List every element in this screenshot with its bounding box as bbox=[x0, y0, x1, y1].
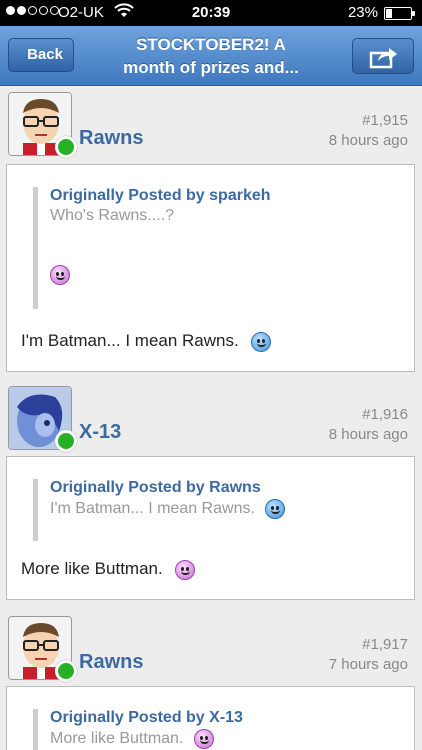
quote-block: Originally Posted by Rawns I'm Batman...… bbox=[33, 479, 286, 541]
post-header: Rawns #1,915 8 hours ago bbox=[0, 88, 422, 160]
battery-icon bbox=[384, 7, 415, 20]
tongue-smiley-icon bbox=[175, 559, 196, 580]
post-text: More like Buttman. bbox=[21, 559, 163, 578]
post-text: I'm Batman... I mean Rawns. bbox=[21, 331, 239, 350]
post-time: 8 hours ago bbox=[328, 132, 408, 149]
online-status-icon bbox=[55, 660, 77, 682]
username[interactable]: Rawns bbox=[79, 651, 143, 674]
post-text-row: More like Buttman. bbox=[21, 559, 196, 580]
tongue-smiley-icon bbox=[193, 729, 214, 749]
battery-percentage: 23% bbox=[347, 4, 378, 21]
post-number[interactable]: #1,915 bbox=[362, 112, 408, 129]
username[interactable]: X-13 bbox=[79, 421, 121, 444]
post-header: Rawns #1,917 7 hours ago bbox=[0, 612, 422, 684]
post-time: 8 hours ago bbox=[328, 426, 408, 443]
tongue-smiley-icon bbox=[50, 265, 70, 285]
quote-text: Who's Rawns....? bbox=[50, 207, 174, 224]
share-icon bbox=[369, 48, 397, 69]
post-text-row: I'm Batman... I mean Rawns. bbox=[21, 331, 272, 352]
post-time: 7 hours ago bbox=[328, 656, 408, 673]
quote-text: I'm Batman... I mean Rawns. bbox=[50, 500, 255, 518]
post-body: Originally Posted by sparkeh Who's Rawns… bbox=[6, 164, 415, 372]
quote-block: Originally Posted by X-13 More like Butt… bbox=[33, 709, 243, 750]
post-number[interactable]: #1,917 bbox=[362, 636, 408, 653]
post-header: X-13 #1,916 8 hours ago bbox=[0, 382, 422, 454]
post-body: Originally Posted by Rawns I'm Batman...… bbox=[6, 456, 415, 600]
online-status-icon bbox=[55, 430, 77, 452]
quote-text-row: More like Buttman. bbox=[50, 729, 243, 749]
status-bar: O2-UK 20:39 23% bbox=[0, 0, 422, 26]
quote-author: Originally Posted by sparkeh bbox=[50, 187, 271, 204]
quote-text-row: I'm Batman... I mean Rawns. bbox=[50, 499, 286, 519]
quote-block: Originally Posted by sparkeh Who's Rawns… bbox=[33, 187, 271, 309]
online-status-icon bbox=[55, 136, 77, 158]
navigation-bar: Back STOCKTOBER2! A month of prizes and.… bbox=[0, 26, 422, 86]
quote-author: Originally Posted by X-13 bbox=[50, 709, 243, 726]
thread-title: STOCKTOBER2! A month of prizes and... bbox=[90, 33, 332, 79]
share-button[interactable] bbox=[352, 38, 414, 74]
back-button[interactable]: Back bbox=[8, 38, 74, 72]
smile-smiley-icon bbox=[265, 499, 286, 519]
username[interactable]: Rawns bbox=[79, 127, 143, 150]
post-body: Originally Posted by X-13 More like Butt… bbox=[6, 686, 415, 750]
quote-author: Originally Posted by Rawns bbox=[50, 479, 261, 496]
quote-text: More like Buttman. bbox=[50, 730, 184, 748]
thread-title-line1: STOCKTOBER2! A bbox=[136, 35, 286, 54]
thread-title-line2: month of prizes and... bbox=[123, 58, 299, 77]
smile-smiley-icon bbox=[251, 331, 272, 352]
post-number[interactable]: #1,916 bbox=[362, 406, 408, 423]
